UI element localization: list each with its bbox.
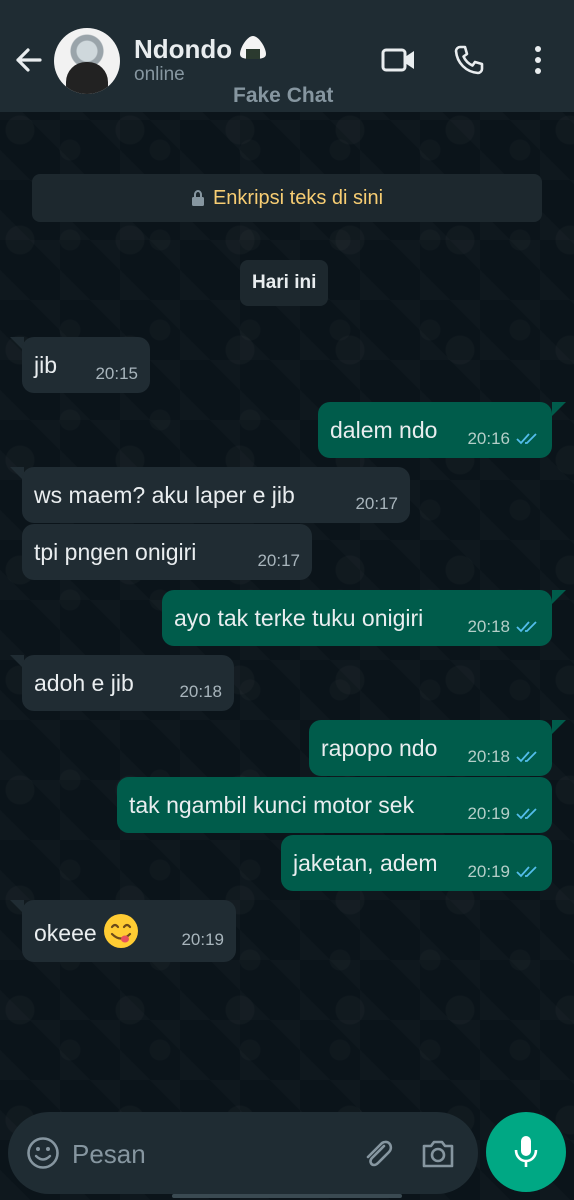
read-ticks-icon (516, 621, 537, 633)
camera-icon (422, 1140, 454, 1168)
message-text: adoh e jib (34, 669, 134, 696)
message-time: 20:18 (467, 617, 510, 636)
message-text: tpi pngen onigiri (34, 538, 197, 565)
message-time: 20:17 (355, 494, 398, 513)
bubble-tail (552, 590, 566, 604)
chat-header: Ndondo online Fake Chat (0, 0, 574, 112)
back-arrow-icon (16, 48, 42, 72)
message-meta: 20:18 (467, 729, 540, 767)
video-call-button[interactable] (378, 40, 420, 80)
read-ticks-icon (516, 433, 537, 445)
contact-name-row[interactable]: Ndondo (134, 34, 268, 65)
bubble-tail (552, 720, 566, 734)
yum-face-emoji-icon (103, 914, 138, 948)
message-bubble-outgoing[interactable]: jaketan, adem 20:19 (281, 835, 552, 891)
message-bubble-incoming[interactable]: adoh e jib 20:18 (22, 655, 234, 711)
encryption-text: Enkripsi teks di sini (212, 186, 384, 209)
app-title: Fake Chat (233, 84, 334, 107)
avatar[interactable] (54, 28, 120, 94)
message-bubble-incoming[interactable]: okeee 20:19 (22, 900, 236, 962)
read-ticks-icon (516, 808, 537, 820)
message-text: tak ngambil kunci motor sek (129, 791, 415, 818)
message-bubble-outgoing[interactable]: ayo tak terke tuku onigiri 20:18 (162, 590, 552, 646)
message-bubble-incoming[interactable]: ws maem? aku laper e jib 20:17 (22, 467, 410, 523)
message-time: 20:18 (179, 682, 222, 701)
message-meta: 20:16 (467, 411, 540, 449)
emoji-icon (27, 1137, 59, 1169)
bubble-tail (552, 402, 566, 416)
message-text-row: okeee (34, 913, 139, 949)
back-button[interactable] (10, 40, 46, 80)
message-bubble-outgoing[interactable]: rapopo ndo 20:18 (309, 720, 552, 776)
message-text: rapopo ndo (321, 734, 438, 761)
message-composer (8, 1112, 478, 1194)
encryption-notice[interactable]: Enkripsi teks di sini (32, 174, 542, 222)
phone-icon (454, 45, 484, 75)
camera-button[interactable] (418, 1134, 458, 1174)
contact-name: Ndondo (134, 34, 233, 64)
attach-button[interactable] (358, 1134, 398, 1174)
message-meta: 20:19 (467, 786, 540, 824)
read-ticks-icon (516, 866, 537, 878)
message-time: 20:19 (181, 930, 224, 949)
voice-message-button[interactable] (486, 1112, 566, 1192)
message-meta: 20:19 (467, 844, 540, 882)
message-text: jib (34, 351, 58, 378)
message-input[interactable] (70, 1134, 344, 1174)
read-ticks-icon (516, 751, 537, 763)
attach-icon (366, 1140, 393, 1167)
message-text: ws maem? aku laper e jib (34, 481, 295, 508)
message-time: 20:19 (467, 804, 510, 823)
video-call-icon (381, 48, 414, 72)
message-text: dalem ndo (330, 416, 438, 443)
date-chip: Hari ini (240, 260, 329, 306)
voice-call-button[interactable] (448, 40, 490, 80)
mic-icon (514, 1136, 538, 1167)
message-meta: 20:18 (467, 599, 540, 637)
message-text: ayo tak terke tuku onigiri (174, 604, 424, 631)
message-time: 20:17 (257, 551, 300, 570)
contact-status: online (134, 64, 185, 85)
message-text: okeee (34, 920, 97, 946)
message-bubble-outgoing[interactable]: tak ngambil kunci motor sek 20:19 (117, 777, 552, 833)
message-time: 20:15 (95, 364, 138, 383)
onigiri-emoji-icon (240, 36, 267, 59)
message-bubble-incoming[interactable]: tpi pngen onigiri 20:17 (22, 524, 312, 580)
message-time: 20:16 (467, 429, 510, 448)
emoji-button[interactable] (26, 1136, 60, 1170)
message-time: 20:19 (467, 862, 510, 881)
more-vert-icon (535, 46, 541, 74)
home-indicator (172, 1194, 402, 1198)
more-options-button[interactable] (522, 40, 554, 80)
lock-icon (191, 190, 204, 206)
message-bubble-incoming[interactable]: jib 20:15 (22, 337, 150, 393)
message-bubble-outgoing[interactable]: dalem ndo 20:16 (318, 402, 552, 458)
message-time: 20:18 (467, 747, 510, 766)
message-text: jaketan, adem (293, 849, 438, 876)
